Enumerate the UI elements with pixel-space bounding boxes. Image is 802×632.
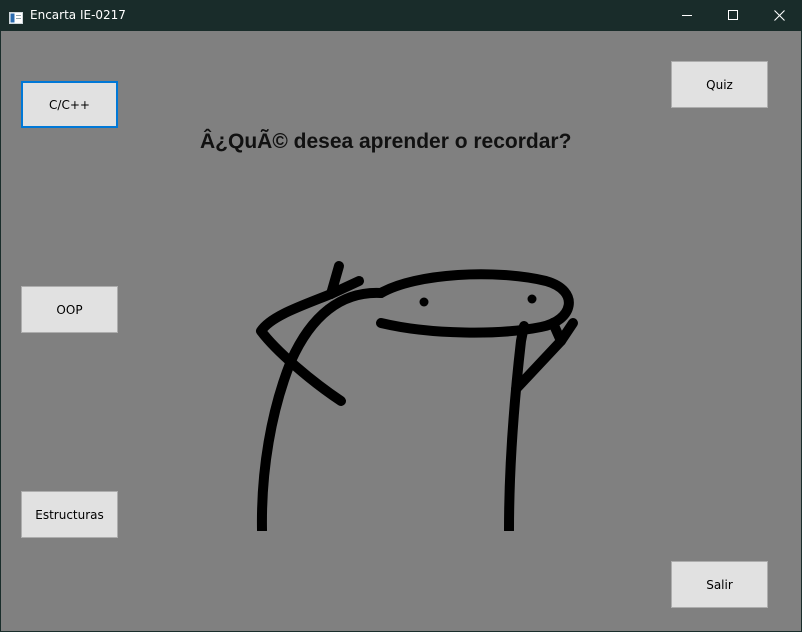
window-title: Encarta IE-0217 <box>30 8 126 22</box>
close-icon <box>773 10 785 21</box>
main-client-area: C/C++ OOP Estructuras Quiz Salir Â¿QuÃ© … <box>1 31 801 631</box>
minimize-button[interactable] <box>664 0 710 31</box>
quiz-button[interactable]: Quiz <box>671 61 768 108</box>
cpp-button[interactable]: C/C++ <box>21 81 118 128</box>
app-icon <box>9 9 23 24</box>
estructuras-button[interactable]: Estructuras <box>21 491 118 538</box>
title-bar[interactable]: Encarta IE-0217 <box>0 0 802 31</box>
salir-button[interactable]: Salir <box>671 561 768 608</box>
maximize-button[interactable] <box>710 0 756 31</box>
maximize-icon <box>727 10 738 20</box>
oop-button[interactable]: OOP <box>21 286 118 333</box>
prompt-heading: Â¿QuÃ© desea aprender o recordar? <box>200 130 572 153</box>
minimize-icon <box>681 15 692 16</box>
close-button[interactable] <box>756 0 802 31</box>
stick-figure-illustration <box>256 261 578 531</box>
